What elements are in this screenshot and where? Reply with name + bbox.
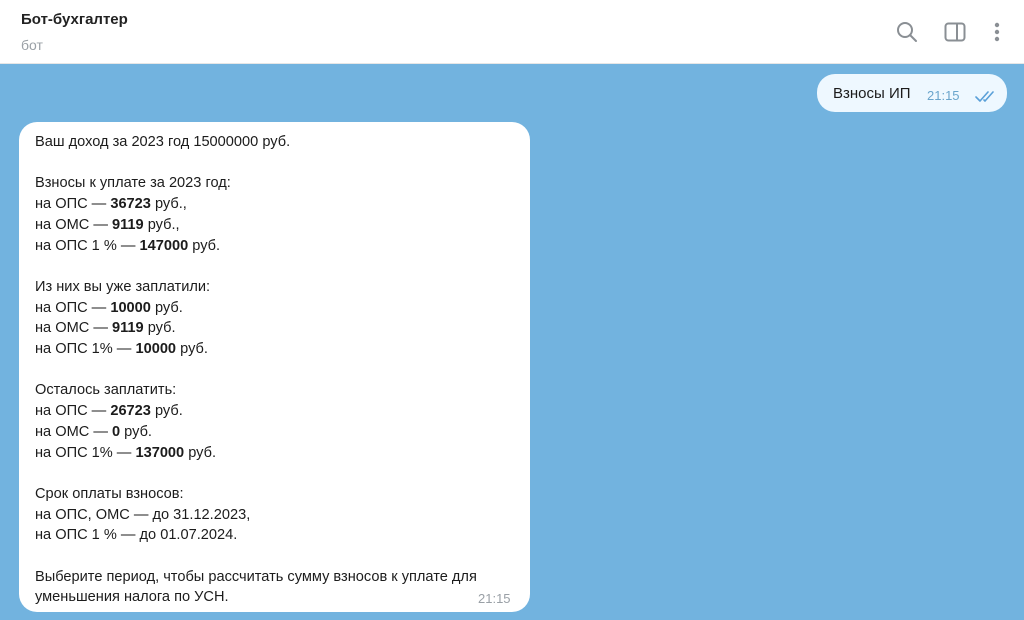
deadline-ops1-line: на ОПС 1 % — до 01.07.2024. bbox=[35, 527, 238, 544]
chat-header: Бот-бухгалтер бот bbox=[0, 0, 1024, 64]
deadline-heading: Срок оплаты взносов: bbox=[35, 485, 184, 502]
empty-line bbox=[35, 360, 505, 381]
chat-title[interactable]: Бот-бухгалтер bbox=[21, 11, 128, 28]
incoming-message-body: Ваш доход за 2023 год 15000000 руб. Взно… bbox=[35, 132, 505, 608]
more-vertical-icon[interactable] bbox=[984, 19, 1010, 45]
remaining-heading: Осталось заплатить: bbox=[35, 382, 177, 399]
remaining-ops1-line: на ОПС 1% — 137000 руб. bbox=[35, 444, 217, 461]
chat-messages-area[interactable]: Взносы ИП 21:15 Ваш доход за 2023 год 15… bbox=[0, 64, 1024, 620]
paid-oms-line: на ОМС — 9119 руб. bbox=[35, 320, 176, 337]
due-ops1-line: на ОПС 1 % — 147000 руб. bbox=[35, 237, 221, 254]
outgoing-message-time: 21:15 bbox=[927, 88, 960, 103]
empty-line bbox=[35, 463, 505, 484]
paid-ops1-line: на ОПС 1% — 10000 руб. bbox=[35, 341, 208, 357]
deadline-ops-oms-line: на ОПС, ОМС — до 31.12.2023, bbox=[35, 506, 251, 523]
income-line: Ваш доход за 2023 год 15000000 руб. bbox=[35, 134, 291, 150]
paid-heading: Из них вы уже заплатили: bbox=[35, 278, 211, 295]
outgoing-message-text: Взносы ИП bbox=[833, 85, 911, 102]
due-heading: Взносы к уплате за 2023 год: bbox=[35, 175, 231, 192]
double-check-icon bbox=[975, 89, 997, 107]
search-icon[interactable] bbox=[894, 19, 920, 45]
remaining-oms-line: на ОМС — 0 руб. bbox=[35, 423, 152, 440]
empty-line bbox=[35, 546, 505, 567]
sidebar-panel-icon[interactable] bbox=[942, 19, 968, 45]
empty-line bbox=[35, 256, 505, 277]
paid-ops-line: на ОПС — 10000 руб. bbox=[35, 299, 183, 316]
closing-text: Выберите период, чтобы рассчитать сумму … bbox=[35, 568, 477, 606]
incoming-message-bubble[interactable]: Ваш доход за 2023 год 15000000 руб. Взно… bbox=[19, 122, 530, 612]
outgoing-message-bubble[interactable]: Взносы ИП 21:15 bbox=[817, 74, 1007, 112]
remaining-ops-line: на ОПС — 26723 руб. bbox=[35, 403, 183, 420]
due-ops-line: на ОПС — 36723 руб., bbox=[35, 196, 187, 213]
empty-line bbox=[35, 153, 505, 174]
due-oms-line: на ОМС — 9119 руб., bbox=[35, 216, 180, 233]
chat-subtitle: бот bbox=[21, 37, 43, 53]
incoming-message-time: 21:15 bbox=[478, 591, 511, 606]
